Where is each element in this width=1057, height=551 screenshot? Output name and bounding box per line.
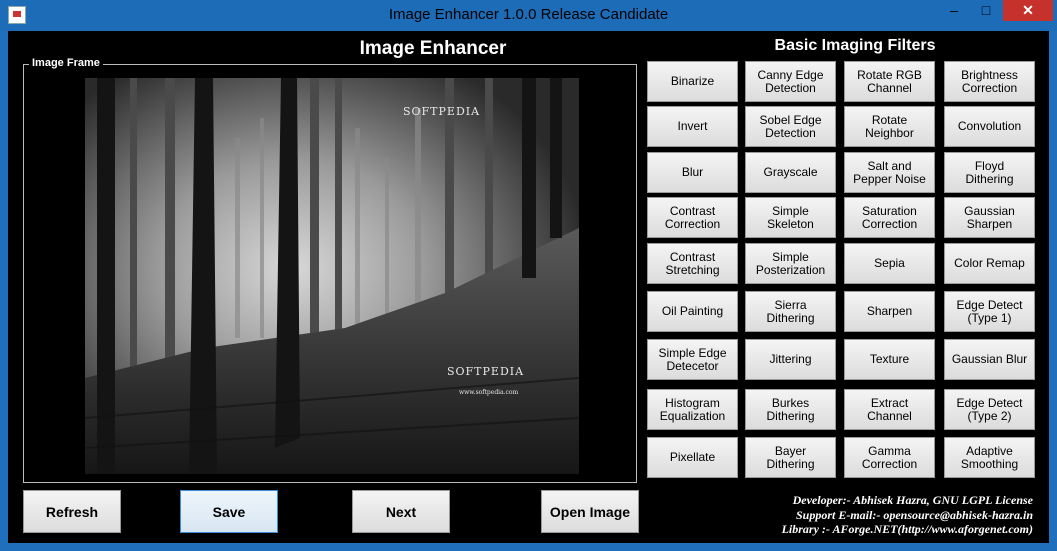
window-title: Image Enhancer 1.0.0 Release Candidate [388, 6, 669, 23]
filter-label: Sierra Dithering [766, 297, 815, 325]
filter-label: Extract Channel [867, 395, 912, 423]
watermark-top: SOFTPEDIA [403, 105, 481, 118]
filter-label: Rotate Neighbor [865, 112, 914, 140]
filter-rotate-neighbor-button[interactable]: Rotate Neighbor [844, 106, 935, 147]
filter-contrast-stretching-button[interactable]: Contrast Stretching [647, 243, 738, 284]
filter-gaussian-blur-button[interactable]: Gaussian Blur [944, 339, 1035, 380]
filter-convolution-button[interactable]: Convolution [944, 106, 1035, 147]
filter-label: Pixellate [669, 450, 716, 464]
filter-pixellate-button[interactable]: Pixellate [647, 437, 738, 478]
support-email: Support E-mail:- opensource@abhisek-hazr… [795, 507, 1033, 522]
filter-label: Floyd Dithering [965, 158, 1014, 186]
save-button[interactable]: Save [180, 490, 278, 533]
filter-label: Color Remap [954, 256, 1025, 270]
image-frame-label: Image Frame [29, 57, 103, 69]
filter-label: Simple Skeleton [767, 203, 814, 231]
filter-sepia-button[interactable]: Sepia [844, 243, 935, 284]
filter-blur-button[interactable]: Blur [647, 152, 738, 193]
filter-label: Grayscale [763, 165, 818, 179]
filter-binarize-button[interactable]: Binarize [647, 61, 738, 102]
filter-sobel-edge-detection-button[interactable]: Sobel Edge Detection [745, 106, 836, 147]
next-button[interactable]: Next [352, 490, 450, 533]
filter-salt-and-pepper-noise-button[interactable]: Salt and Pepper Noise [844, 152, 935, 193]
filter-gamma-correction-button[interactable]: Gamma Correction [844, 437, 935, 478]
minimize-button[interactable]: – [940, 0, 968, 21]
close-button[interactable]: ✕ [1003, 0, 1053, 21]
filter-label: Sepia [874, 256, 905, 270]
filter-saturation-correction-button[interactable]: Saturation Correction [844, 197, 935, 238]
filter-burkes-dithering-button[interactable]: Burkes Dithering [745, 389, 836, 430]
filter-label: Salt and Pepper Noise [853, 158, 926, 186]
filter-label: Simple Posterization [755, 249, 826, 277]
watermark-bottom: SOFTPEDIA [447, 365, 525, 378]
filter-oil-painting-button[interactable]: Oil Painting [647, 291, 738, 332]
filter-simple-skeleton-button[interactable]: Simple Skeleton [745, 197, 836, 238]
filter-label: Gaussian Blur [951, 352, 1028, 366]
refresh-button[interactable]: Refresh [23, 490, 121, 533]
filter-label: Sobel Edge Detection [759, 112, 822, 140]
filter-label: Invert [677, 119, 708, 133]
filter-extract-channel-button[interactable]: Extract Channel [844, 389, 935, 430]
image-preview: SOFTPEDIA SOFTPEDIA www.softpedia.com [85, 78, 579, 474]
filters-heading: Basic Imaging Filters [774, 37, 936, 54]
filter-color-remap-button[interactable]: Color Remap [944, 243, 1035, 284]
filter-gaussian-sharpen-button[interactable]: Gaussian Sharpen [944, 197, 1035, 238]
filter-label: Canny Edge Detection [757, 67, 824, 95]
filter-jittering-button[interactable]: Jittering [745, 339, 836, 380]
filter-label: Edge Detect (Type 2) [956, 395, 1023, 423]
title-bar: Image Enhancer 1.0.0 Release Candidate –… [0, 0, 1057, 31]
developer-credit: Developer:- Abhisek Hazra, GNU LGPL Lice… [792, 493, 1033, 507]
filter-canny-edge-detection-button[interactable]: Canny Edge Detection [745, 61, 836, 102]
filter-simple-edge-detecetor-button[interactable]: Simple Edge Detecetor [647, 339, 738, 380]
filter-brightness-correction-button[interactable]: Brightness Correction [944, 61, 1035, 102]
filter-invert-button[interactable]: Invert [647, 106, 738, 147]
filter-label: Convolution [957, 119, 1022, 133]
filter-label: Jittering [769, 352, 812, 366]
maximize-button[interactable]: □ [972, 0, 1000, 21]
credits: Developer:- Abhisek Hazra, GNU LGPL Lice… [782, 493, 1033, 537]
library-credit: Library :- AForge.NET(http://www.aforgen… [781, 522, 1033, 536]
filter-label: Rotate RGB Channel [857, 67, 922, 95]
filter-rotate-rgb-channel-button[interactable]: Rotate RGB Channel [844, 61, 935, 102]
filter-edge-detect-type-1-button[interactable]: Edge Detect (Type 1) [944, 291, 1035, 332]
filter-label: Binarize [670, 74, 715, 88]
filter-label: Contrast Correction [664, 203, 721, 231]
filter-label: Bayer Dithering [766, 443, 815, 471]
filter-sharpen-button[interactable]: Sharpen [844, 291, 935, 332]
open-image-button[interactable]: Open Image [541, 490, 639, 533]
filter-simple-posterization-button[interactable]: Simple Posterization [745, 243, 836, 284]
filter-label: Sharpen [866, 304, 913, 318]
filter-label: Blur [681, 165, 704, 179]
forest-image [85, 78, 579, 474]
filter-label: Burkes Dithering [766, 395, 815, 423]
filter-texture-button[interactable]: Texture [844, 339, 935, 380]
filter-label: Contrast Stretching [665, 249, 720, 277]
filter-floyd-dithering-button[interactable]: Floyd Dithering [944, 152, 1035, 193]
filter-label: Oil Painting [661, 304, 724, 318]
filter-label: Gaussian Sharpen [964, 203, 1015, 231]
filter-label: Brightness Correction [961, 67, 1018, 95]
filter-contrast-correction-button[interactable]: Contrast Correction [647, 197, 738, 238]
filter-histogram-equalization-button[interactable]: Histogram Equalization [647, 389, 738, 430]
app-heading: Image Enhancer [359, 38, 507, 59]
filter-bayer-dithering-button[interactable]: Bayer Dithering [745, 437, 836, 478]
filter-label: Gamma Correction [861, 443, 918, 471]
filter-label: Simple Edge Detecetor [658, 345, 727, 373]
filter-label: Saturation Correction [861, 203, 918, 231]
filter-label: Adaptive Smoothing [960, 443, 1019, 471]
filter-sierra-dithering-button[interactable]: Sierra Dithering [745, 291, 836, 332]
filter-edge-detect-type-2-button[interactable]: Edge Detect (Type 2) [944, 389, 1035, 430]
watermark-url: www.softpedia.com [459, 389, 519, 396]
filter-grayscale-button[interactable]: Grayscale [745, 152, 836, 193]
filter-label: Texture [869, 352, 910, 366]
filter-label: Edge Detect (Type 1) [956, 297, 1023, 325]
filter-adaptive-smoothing-button[interactable]: Adaptive Smoothing [944, 437, 1035, 478]
filter-label: Histogram Equalization [659, 395, 726, 423]
